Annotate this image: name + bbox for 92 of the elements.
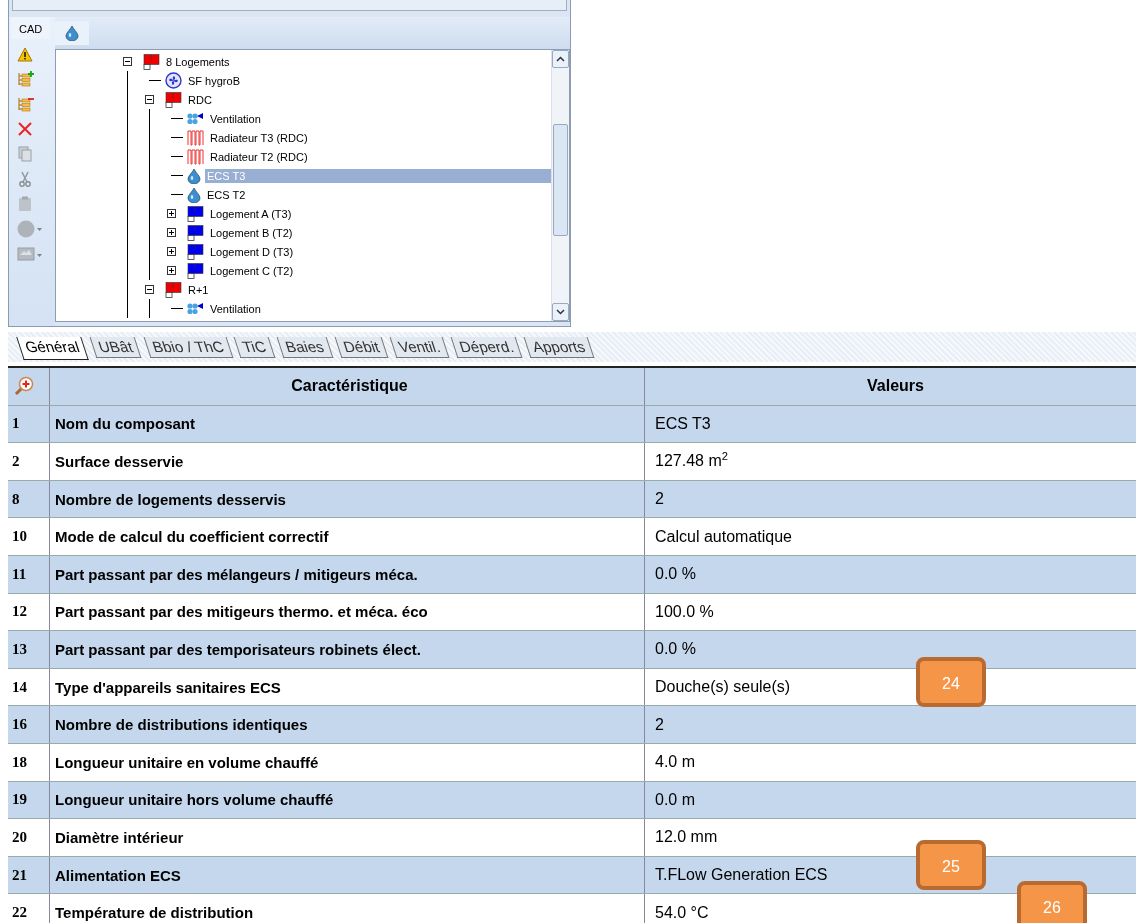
folder-block-icon — [187, 205, 204, 222]
water-drop-icon — [187, 167, 201, 184]
row-number: 19 — [8, 781, 50, 819]
row-number: 13 — [8, 631, 50, 668]
property-name: Alimentation ECS — [50, 856, 645, 894]
scroll-up-button[interactable] — [552, 50, 569, 68]
chevron-up-icon — [556, 56, 565, 62]
fan-arrow-icon — [187, 302, 204, 315]
property-value[interactable]: 54.0 °C — [655, 903, 709, 922]
tree-item[interactable]: R+1 — [186, 282, 211, 297]
property-name: Type d'appareils sanitaires ECS — [50, 668, 645, 706]
drop-tab[interactable] — [55, 21, 89, 45]
property-name: Nombre de distributions identiques — [50, 706, 645, 743]
row-number: 16 — [8, 706, 50, 743]
tab[interactable]: UBât — [89, 337, 143, 358]
property-value[interactable]: Douche(s) seule(s) — [655, 678, 791, 697]
tab[interactable]: Baies — [276, 337, 334, 358]
radiator-icon — [187, 129, 204, 146]
property-name: Part passant par des mitigeurs thermo. et méca. éco — [50, 593, 645, 631]
row-number: 14 — [8, 668, 50, 706]
tab[interactable]: Général — [16, 337, 90, 360]
property-name: Mode de calcul du coefficient correctif — [50, 518, 645, 555]
tree-item[interactable]: SF hygroB — [186, 73, 242, 88]
cad-tab[interactable]: CAD — [11, 17, 51, 39]
fan-arrow-icon — [187, 112, 204, 125]
tree-item[interactable]: Radiateur T3 (RDC) — [208, 130, 310, 145]
row-number: 22 — [8, 894, 50, 923]
column-header: Caractéristique — [50, 368, 645, 405]
scroll-down-button[interactable] — [552, 303, 569, 321]
scrollbar-track[interactable] — [551, 50, 569, 321]
tab[interactable]: Débit — [334, 337, 389, 358]
property-name: Diamètre intérieur — [50, 819, 645, 856]
property-value[interactable]: T.FLow Generation ECS — [655, 866, 828, 884]
property-name: Surface desservie — [50, 443, 645, 480]
tree-item[interactable]: Logement D (T3) — [208, 244, 296, 259]
row-number: 12 — [8, 593, 50, 631]
tab[interactable]: Ventil. — [389, 337, 449, 358]
property-value[interactable]: 0.0 % — [655, 565, 696, 584]
tree-item[interactable]: Ventilation — [208, 111, 263, 126]
tree-item[interactable]: Logement A (T3) — [208, 206, 294, 221]
property-name: Part passant par des temporisateurs robinets élect. — [50, 631, 645, 668]
property-value[interactable]: 0.0 m — [655, 790, 695, 809]
scroll-thumb[interactable] — [553, 124, 568, 236]
tab[interactable]: TiC — [233, 337, 276, 358]
callout-badge: 25 — [916, 840, 986, 890]
tree-item[interactable]: RDC — [186, 92, 214, 107]
row-number: 18 — [8, 743, 50, 781]
property-value[interactable]: 100.0 % — [655, 602, 714, 621]
folder-block-icon — [165, 281, 182, 298]
water-drop-icon — [187, 186, 201, 203]
property-name: Longueur unitaire hors volume chauffé — [50, 781, 645, 819]
property-value[interactable]: ECS T3 — [655, 414, 711, 433]
chevron-down-icon — [556, 309, 565, 315]
property-name: Longueur unitaire en volume chauffé — [50, 743, 645, 781]
tab[interactable]: Bbio / ThC — [143, 337, 233, 358]
folder-block-icon — [143, 53, 160, 70]
column-header: Valeurs — [866, 376, 925, 397]
property-value[interactable]: 12.0 mm — [655, 828, 718, 847]
property-name: Part passant par des mélangeurs / mitigeurs méca. — [50, 555, 645, 593]
property-value[interactable]: 2 — [655, 490, 664, 509]
radiator-icon — [187, 148, 204, 165]
water-drop-icon — [65, 25, 79, 41]
row-number: 20 — [8, 819, 50, 856]
tree-item[interactable]: Logement C (T2) — [208, 263, 296, 278]
folder-block-icon — [187, 243, 204, 260]
property-value[interactable]: 4.0 m — [655, 753, 695, 772]
row-number: 8 — [8, 480, 50, 518]
property-name: Température de distribution — [50, 894, 645, 923]
callout-badge: 24 — [916, 657, 986, 707]
row-number: 21 — [8, 856, 50, 894]
property-name: Nom du composant — [50, 405, 645, 443]
folder-block-icon — [187, 224, 204, 241]
fan-icon — [165, 72, 182, 89]
row-number: 2 — [8, 443, 50, 480]
folder-block-icon — [165, 91, 182, 108]
property-name: Nombre de logements desservis — [50, 480, 645, 518]
tree-item[interactable]: Radiateur T2 (RDC) — [208, 149, 310, 164]
tree-item[interactable]: ECS T2 — [205, 187, 248, 202]
tab[interactable]: Apports — [523, 337, 595, 358]
tab[interactable]: Déperd. — [450, 337, 523, 358]
row-number: 10 — [8, 518, 50, 555]
property-value[interactable]: 0.0 % — [655, 640, 696, 659]
property-value[interactable]: 127.48 m$^{2}$ — [655, 452, 728, 471]
folder-block-icon — [187, 262, 204, 279]
callout-badge: 26 — [1017, 881, 1087, 923]
row-number: 11 — [8, 555, 50, 593]
tree-item[interactable]: Ventilation — [208, 301, 263, 316]
row-number: 1 — [8, 405, 50, 443]
property-value[interactable]: Calcul automatique — [655, 527, 792, 546]
property-value[interactable]: 2 — [655, 715, 664, 734]
tree-item[interactable]: 8 Logements — [164, 54, 232, 69]
tree-item[interactable]: Logement B (T2) — [208, 225, 295, 240]
